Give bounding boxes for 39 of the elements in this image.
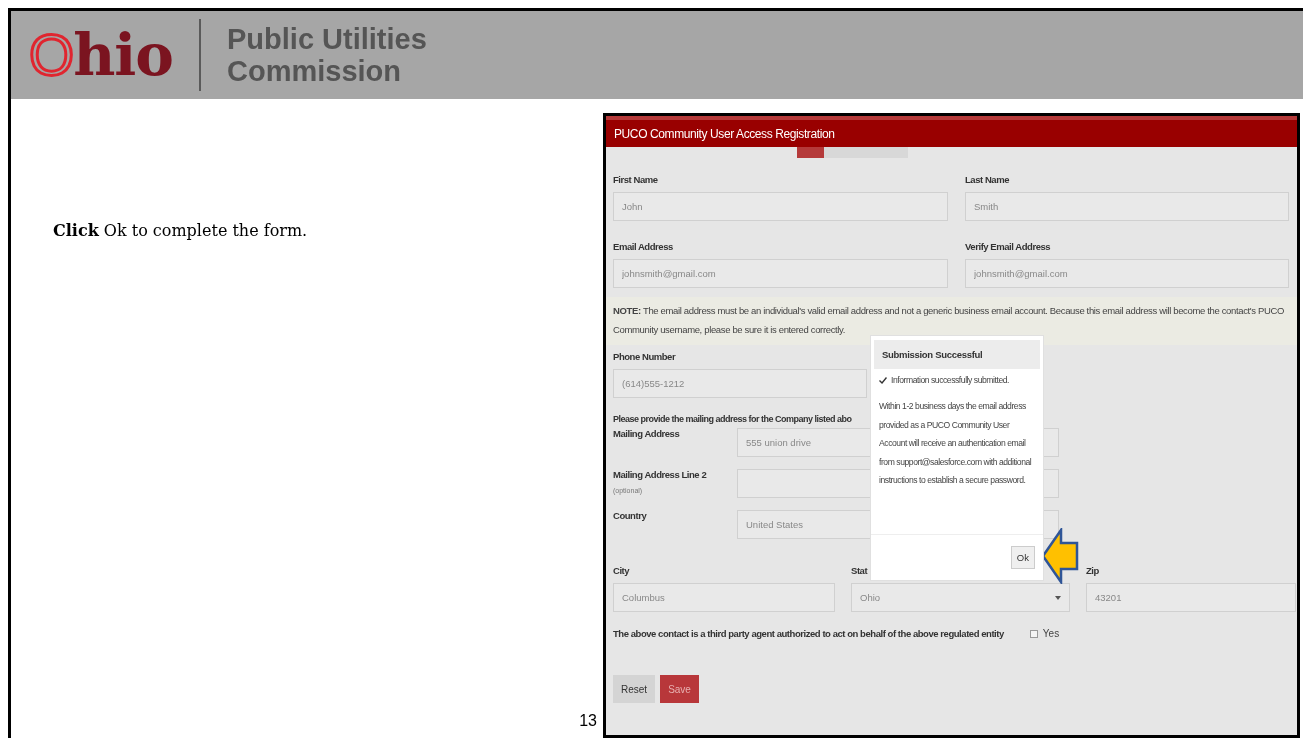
input-field[interactable]: johnsmith@gmail.com [965, 259, 1289, 288]
checkbox[interactable] [1029, 629, 1038, 638]
pointer-arrow [1041, 528, 1079, 584]
field-label: City [613, 565, 631, 576]
input-field[interactable]: Smith [965, 192, 1289, 221]
yes-checkbox[interactable]: Yes [1029, 628, 1060, 639]
field-label: Last Name [965, 174, 1010, 185]
field-label: Phone Number [613, 351, 677, 362]
reset-button[interactable]: Reset [613, 675, 656, 703]
status-message: Information successfully submitted. [891, 375, 1009, 385]
input-field[interactable]: John [613, 192, 948, 221]
field-label: Stat [851, 565, 869, 576]
form-title: PUCO Community User Access Registration [614, 126, 835, 141]
caret-icon [1055, 595, 1061, 600]
page-number: 13 [579, 712, 597, 730]
instruction-text: Click Ok to complete the form. [53, 221, 309, 240]
agent-statement: The above contact is a third party agent authorized to act on behalf of the above regulated entity [613, 628, 1004, 639]
field-label: Email Address [613, 241, 674, 252]
state-dropdown[interactable]: Ohio [851, 583, 1070, 612]
note-text: NOTE: The email address must be an individual's valid email address and not a generic business email account. Because this email address will become the contact's PUCO Community username, please be sure it is entered correctly. [613, 305, 1285, 335]
input-field[interactable]: johnsmith@gmail.com [613, 259, 948, 288]
input-field[interactable]: 43201 [1086, 583, 1296, 612]
checkmark-icon [879, 376, 887, 384]
dialog-title: Submission Successful [882, 349, 983, 360]
ohio-logo: Ohio [29, 26, 173, 84]
organization-name: Commission [227, 55, 403, 87]
input-field[interactable]: Columbus [613, 583, 835, 612]
ok-button[interactable]: Ok [1010, 546, 1035, 569]
field-label: Mailing Address [613, 428, 681, 439]
field-label: Mailing Address Line 2 [613, 469, 708, 480]
save-button[interactable]: Save [660, 675, 699, 703]
organization-name: Public Utilities [227, 23, 427, 55]
field-label: First Name [613, 174, 659, 185]
address-instruction: Please provide the mailing address for the Company listed abo [613, 414, 852, 424]
field-label: Verify Email Address [965, 241, 1052, 252]
dialog-message: Within 1-2 business days the email address provided as a PUCO Community User Account will receive an authentication email from support@salesforce.com with additional instructions to establish a secure password. [879, 400, 1033, 487]
field-label: Country [613, 510, 648, 521]
input-field[interactable]: (614)555-1212 [613, 369, 867, 398]
field-label: Zip [1086, 565, 1100, 576]
